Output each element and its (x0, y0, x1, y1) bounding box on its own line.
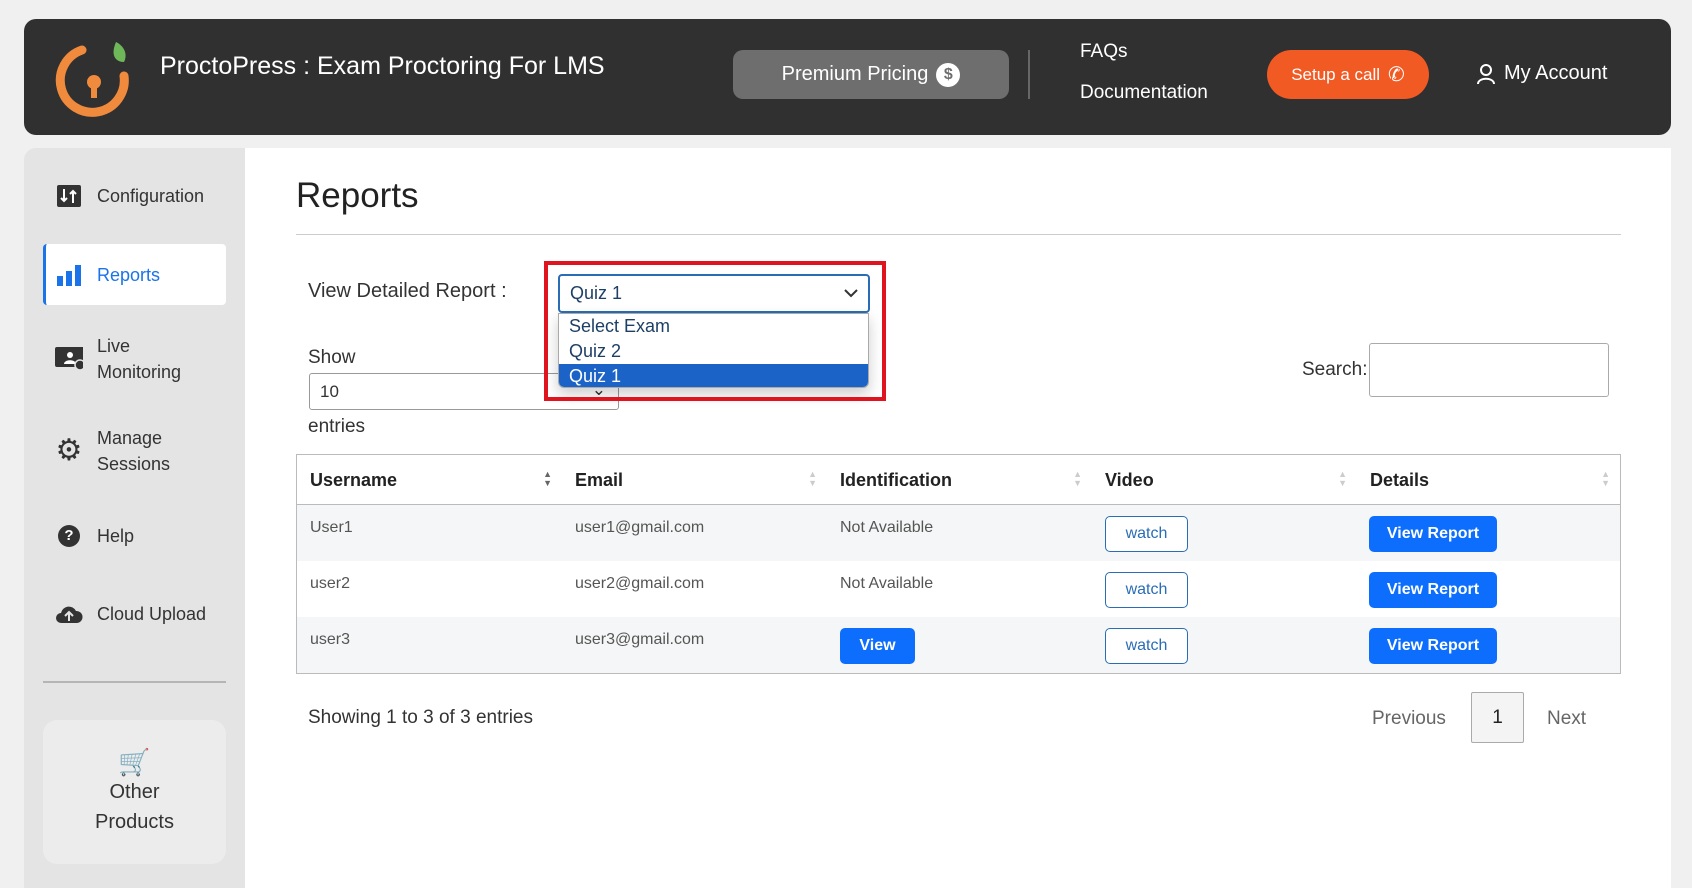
sort-icon: ▲ ▼ (808, 469, 817, 488)
bar-chart-icon (55, 264, 83, 286)
cart-icon: 🛒 (118, 747, 151, 777)
watch-button[interactable]: watch (1105, 516, 1188, 552)
previous-page-button[interactable]: Previous (1372, 708, 1446, 730)
sidebar-item-cloud-upload[interactable]: Cloud Upload (55, 601, 206, 627)
sidebar-item-configuration[interactable]: Configuration (55, 183, 204, 209)
my-account-link[interactable]: My Account (1476, 62, 1607, 85)
view-report-button[interactable]: View Report (1369, 628, 1497, 664)
sidebar-item-live-monitoring[interactable]: Live Monitoring (55, 333, 235, 385)
user-icon (1477, 63, 1495, 84)
sidebar-item-manage-sessions[interactable]: ⚙ Manage Sessions (55, 425, 235, 477)
sidebar-item-label: Live Monitoring (97, 336, 182, 382)
sidebar-item-label: Configuration (97, 186, 205, 206)
search-label: Search: (1302, 359, 1368, 380)
watch-button[interactable]: watch (1105, 572, 1188, 608)
divider (1028, 50, 1030, 99)
title-divider (296, 234, 1621, 235)
username-cell: user3 (310, 631, 351, 648)
table-row: User1 user1@gmail.com Not Available watch… (297, 505, 1620, 561)
column-header-details[interactable]: Details ▲ ▼ (1357, 455, 1620, 505)
show-label: Show (308, 347, 356, 368)
header-label: Video (1105, 470, 1154, 490)
sidebar-item-reports[interactable]: Reports (55, 262, 160, 288)
identification-cell: Not Available (840, 575, 934, 592)
other-products-button[interactable]: 🛒 Other Products (43, 720, 226, 864)
sort-icon: ▲ ▼ (543, 469, 552, 488)
app-title: ProctoPress : Exam Proctoring For LMS (160, 52, 605, 80)
dollar-icon: $ (936, 62, 961, 87)
cloud-upload-icon (55, 604, 83, 624)
watch-button[interactable]: watch (1105, 628, 1188, 664)
account-label: My Account (1504, 62, 1608, 84)
setup-label: Setup a call (1291, 64, 1381, 84)
column-header-email[interactable]: Email ▲ ▼ (562, 455, 827, 505)
sidebar-divider (43, 681, 226, 683)
page-1-button[interactable]: 1 (1471, 692, 1524, 743)
header-label: Email (575, 470, 624, 490)
next-page-button[interactable]: Next (1547, 708, 1586, 730)
view-identification-button[interactable]: View (840, 628, 915, 664)
highlight-box (544, 261, 886, 401)
sort-icon: ▲ ▼ (1338, 469, 1347, 488)
sliders-icon (55, 185, 83, 207)
view-report-button[interactable]: View Report (1369, 516, 1497, 552)
premium-label: Premium Pricing (781, 63, 929, 85)
column-header-video[interactable]: Video ▲ ▼ (1092, 455, 1357, 505)
username-cell: User1 (310, 519, 353, 536)
gear-icon: ⚙ (55, 434, 83, 467)
column-header-identification[interactable]: Identification ▲ ▼ (827, 455, 1092, 505)
reports-table: Username ▲ ▼ Email ▲ ▼ Identification ▲ ▼ Vide… (296, 454, 1621, 674)
setup-call-button[interactable]: Setup a call ✆ (1267, 50, 1429, 99)
header-label: Identification (840, 470, 952, 490)
sidebar-item-label: Manage Sessions (97, 428, 171, 474)
page-title: Reports (296, 176, 419, 215)
email-cell: user1@gmail.com (575, 519, 705, 536)
phone-icon: ✆ (1388, 64, 1405, 86)
table-row: user3 user3@gmail.com View watch View Rep… (297, 617, 1620, 673)
header-label: Details (1370, 470, 1430, 490)
view-report-label: View Detailed Report : (308, 280, 507, 302)
monitor-user-icon (55, 347, 83, 371)
sort-icon: ▲ ▼ (1601, 469, 1610, 488)
column-header-username[interactable]: Username ▲ ▼ (297, 455, 562, 505)
faqs-link[interactable]: FAQs (1080, 41, 1128, 63)
question-circle-icon: ? (55, 525, 83, 547)
documentation-link[interactable]: Documentation (1080, 82, 1208, 104)
email-cell: user2@gmail.com (575, 575, 705, 592)
search-input[interactable] (1369, 343, 1609, 397)
sidebar-item-label: Help (97, 526, 135, 546)
identification-cell: Not Available (840, 519, 934, 536)
proctopress-logo (55, 42, 129, 117)
table-row: user2 user2@gmail.com Not Available watch… (297, 561, 1620, 617)
view-report-button[interactable]: View Report (1369, 572, 1497, 608)
username-cell: user2 (310, 575, 351, 592)
sidebar-item-label: Cloud Upload (97, 604, 207, 624)
entries-label: entries (308, 416, 366, 437)
header-label: Username (310, 470, 398, 490)
premium-pricing-button[interactable]: Premium Pricing $ (733, 50, 1009, 99)
length-value: 10 (320, 382, 339, 401)
table-info: Showing 1 to 3 of 3 entries (308, 707, 533, 728)
sidebar-item-label: Reports (97, 265, 161, 285)
sidebar-item-help[interactable]: ? Help (55, 523, 134, 549)
other-products-label: Other Products (95, 781, 174, 833)
email-cell: user3@gmail.com (575, 631, 705, 648)
sort-icon: ▲ ▼ (1073, 469, 1082, 488)
